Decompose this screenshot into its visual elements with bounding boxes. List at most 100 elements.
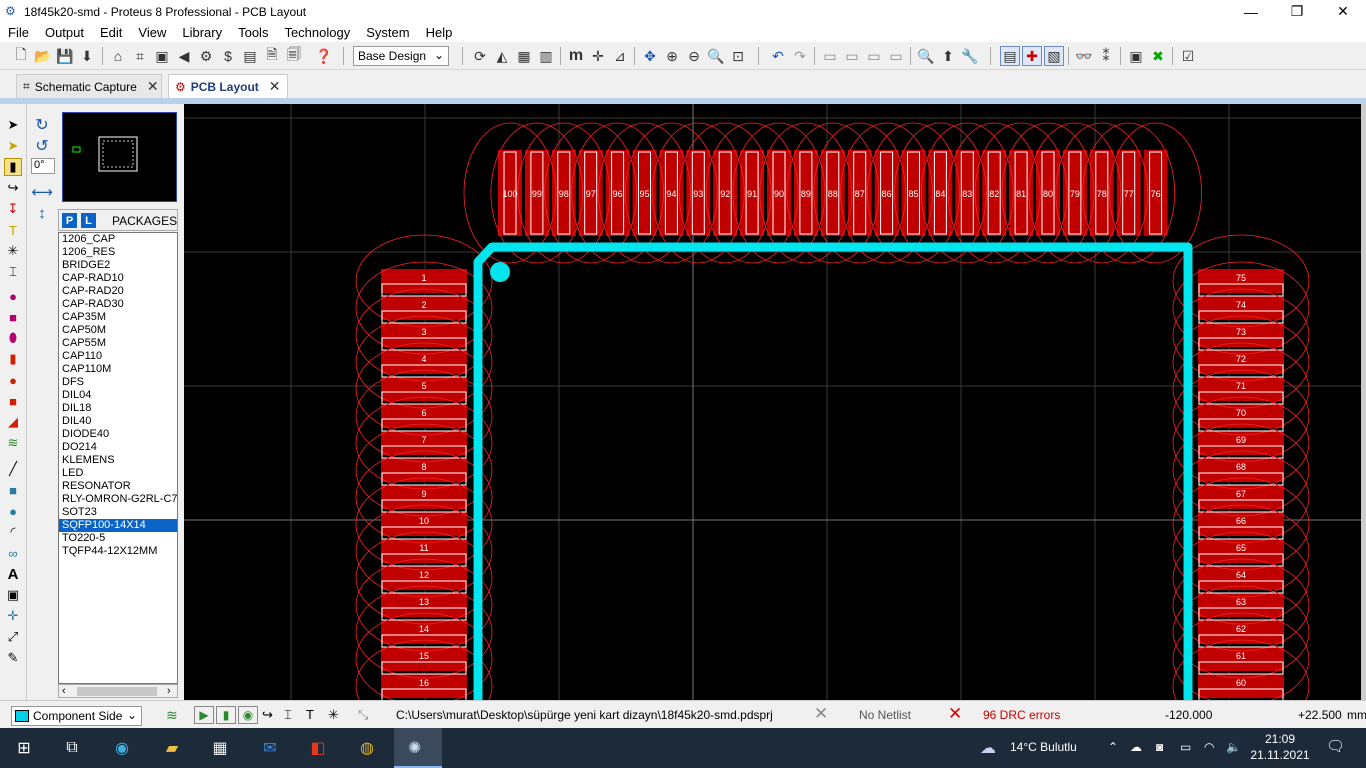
mirror-horizontal-icon[interactable]: ⟷: [31, 183, 53, 201]
layers-icon[interactable]: ▥: [536, 46, 556, 66]
tidy-icon[interactable]: ▧: [1044, 46, 1064, 66]
wifi-icon[interactable]: ◠: [1204, 740, 1214, 754]
flip-icon[interactable]: ◭: [492, 46, 512, 66]
search-icon[interactable]: 👓: [1074, 46, 1094, 66]
ratsnest-icon[interactable]: ✚: [1022, 46, 1042, 66]
gerber-icon[interactable]: ◀: [174, 46, 194, 66]
rotate-ccw-icon[interactable]: ↺: [33, 137, 51, 155]
package-list-item[interactable]: SQFP100-14X14: [59, 519, 177, 532]
text-mode-icon[interactable]: A: [4, 565, 22, 583]
pcb-icon[interactable]: ▣: [152, 46, 172, 66]
package-list-item[interactable]: RESONATOR: [59, 480, 177, 493]
menu-view[interactable]: View: [130, 25, 174, 40]
package-list-item[interactable]: DFS: [59, 376, 177, 389]
package-list-item[interactable]: TO220-5: [59, 532, 177, 545]
polygon-smt-pad-icon[interactable]: ◢: [4, 413, 22, 431]
camera-icon[interactable]: ◙: [1156, 740, 1163, 754]
tab-pcb-layout[interactable]: ⚙ PCB Layout ✕: [168, 74, 288, 98]
package-list-item[interactable]: CAP-RAD20: [59, 285, 177, 298]
autoroute-icon[interactable]: ▤: [1000, 46, 1020, 66]
line-mode-icon[interactable]: ╱: [4, 460, 22, 478]
pan-icon[interactable]: ✥: [640, 46, 660, 66]
refresh-icon[interactable]: ⟳: [470, 46, 490, 66]
design-explorer-icon[interactable]: ▤: [240, 46, 260, 66]
zoom-area-icon[interactable]: ⊡: [728, 46, 748, 66]
package-list-item[interactable]: RLY-OMRON-G2RL-C7: [59, 493, 177, 506]
menu-output[interactable]: Output: [37, 25, 92, 40]
dil-pad-icon[interactable]: ⬮: [4, 329, 22, 347]
3d-icon[interactable]: ⚙: [196, 46, 216, 66]
zone-icon[interactable]: T: [306, 707, 314, 722]
track-mode-icon[interactable]: ↪: [4, 179, 22, 197]
mail-icon[interactable]: ✉: [258, 736, 282, 760]
padstack-icon[interactable]: ≋: [4, 434, 22, 452]
design-select[interactable]: Base Design ⌄: [353, 46, 449, 66]
canvas-vertical-scrollbar[interactable]: [1361, 104, 1366, 700]
package-list-item[interactable]: DIL04: [59, 389, 177, 402]
document-icon[interactable]: 🗐: [284, 46, 304, 66]
mirror-vertical-icon[interactable]: ↕: [33, 204, 51, 222]
package-list-item[interactable]: CAP-RAD30: [59, 298, 177, 311]
clock-date[interactable]: 21.11.2021: [1249, 748, 1311, 762]
package-list-scrollbar[interactable]: ‹ ›: [58, 684, 178, 698]
pick-part-icon[interactable]: 🔍: [916, 46, 936, 66]
save-icon[interactable]: 💾: [55, 46, 75, 66]
menu-technology[interactable]: Technology: [276, 25, 358, 40]
delete-icon[interactable]: ▭: [886, 46, 906, 66]
edge-pad-icon[interactable]: ▮: [4, 350, 22, 368]
package-list-item[interactable]: DIODE40: [59, 428, 177, 441]
scroll-right-icon[interactable]: ›: [167, 685, 171, 697]
task-view-icon[interactable]: ⧉: [60, 736, 84, 760]
notifications-icon[interactable]: 🗨: [1326, 737, 1345, 755]
close-icon[interactable]: ✕: [147, 78, 159, 95]
via-icon[interactable]: ⌶: [284, 707, 292, 723]
dimension-mode-icon[interactable]: ⤢: [4, 628, 22, 646]
arc-mode-icon[interactable]: ◜: [4, 523, 22, 541]
zoom-all-icon[interactable]: 🔍: [706, 46, 726, 66]
pcb-editing-window[interactable]: 100 99 98 97 96 95 94 93 92 91 90 89 88 87 86 85 84 83 82 8…: [184, 104, 1361, 700]
store-icon[interactable]: ▦: [208, 736, 232, 760]
volume-icon[interactable]: 🔈: [1226, 740, 1241, 754]
round-pad-icon[interactable]: ●: [4, 287, 22, 305]
tab-schematic-capture[interactable]: ⌗ Schematic Capture ✕: [16, 74, 162, 98]
ratsnest-icon[interactable]: ✳: [328, 707, 339, 723]
circular-smt-pad-icon[interactable]: ●: [4, 371, 22, 389]
paste-icon[interactable]: ▭: [864, 46, 884, 66]
home-icon[interactable]: ⌂: [108, 46, 128, 66]
close-icon[interactable]: ✕: [269, 78, 281, 95]
package-list-item[interactable]: CAP110: [59, 350, 177, 363]
new-file-icon[interactable]: 🗋: [11, 46, 31, 66]
pick-package-button[interactable]: P: [62, 213, 77, 228]
chrome-icon[interactable]: ◍: [355, 736, 379, 760]
package-list-item[interactable]: 1206_CAP: [59, 233, 177, 246]
copy-icon[interactable]: ▭: [842, 46, 862, 66]
clock-time[interactable]: 21:09: [1256, 732, 1304, 746]
rotation-angle-input[interactable]: 0°: [31, 158, 55, 174]
package-list-item[interactable]: CAP-RAD10: [59, 272, 177, 285]
route-icon[interactable]: ◉: [238, 706, 258, 724]
scroll-left-icon[interactable]: ‹: [62, 685, 66, 697]
package-list-item[interactable]: CAP110M: [59, 363, 177, 376]
metric-toggle-icon[interactable]: m: [566, 46, 586, 66]
package-list-item[interactable]: CAP55M: [59, 337, 177, 350]
layer-stack-icon[interactable]: ≋: [166, 707, 178, 724]
board-edge-icon[interactable]: ▣: [1126, 46, 1146, 66]
false-origin-icon[interactable]: ⊿: [610, 46, 630, 66]
zoom-in-icon[interactable]: ⊕: [662, 46, 682, 66]
zone-mode-icon[interactable]: T: [4, 221, 22, 239]
rect-smt-pad-icon[interactable]: ■: [4, 392, 22, 410]
help-icon[interactable]: ❓: [314, 46, 334, 66]
package-list-item[interactable]: DIL40: [59, 415, 177, 428]
package-mode-icon[interactable]: ▮: [4, 158, 22, 176]
bom-icon[interactable]: $: [218, 46, 238, 66]
file-explorer-icon[interactable]: ▰: [160, 736, 184, 760]
scroll-thumb[interactable]: [77, 687, 157, 696]
path-mode-icon[interactable]: ∞: [4, 544, 22, 562]
box-mode-icon[interactable]: ■: [4, 481, 22, 499]
office-icon[interactable]: ◧: [306, 736, 330, 760]
cut-icon[interactable]: ▭: [820, 46, 840, 66]
play-icon[interactable]: ▶: [194, 706, 214, 724]
step-icon[interactable]: ▮: [216, 706, 236, 724]
windows-start-icon[interactable]: ⊞: [12, 736, 36, 760]
design-rule-icon[interactable]: ✖: [1148, 46, 1168, 66]
